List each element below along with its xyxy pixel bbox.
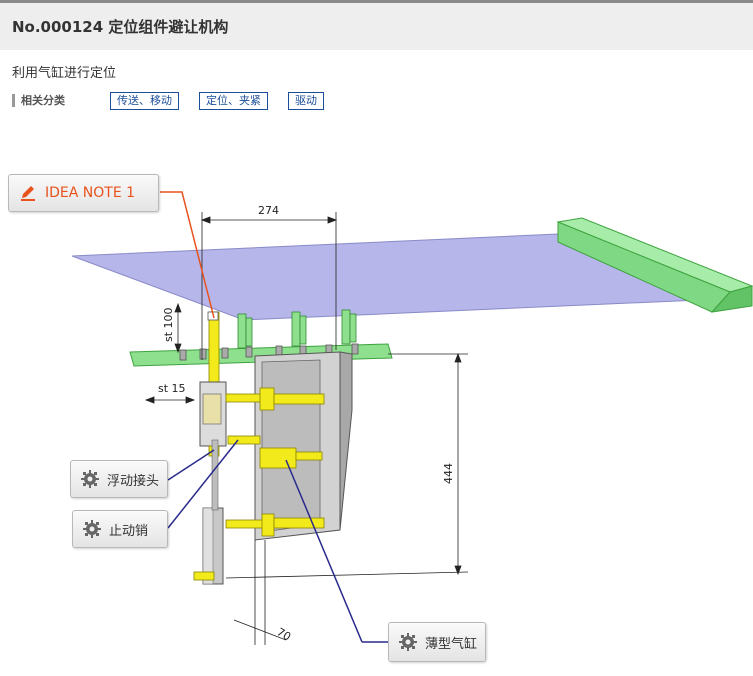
dim-width-top: 274: [258, 204, 279, 217]
dim-depth: 70: [275, 625, 294, 643]
stop-pin-button[interactable]: 止动销: [72, 510, 168, 548]
support-frame: [254, 351, 353, 541]
mechanism-diagram: 274 st 100 st 15 444 70: [71, 191, 753, 645]
idea-note-label: IDEA NOTE 1: [45, 185, 136, 201]
dim-height: 444: [442, 463, 455, 484]
thin-cylinder-label: 薄型气缸: [425, 636, 478, 652]
idea-note-button[interactable]: IDEA NOTE 1: [8, 174, 159, 212]
gear-icon: [399, 633, 417, 651]
floating-joint-button[interactable]: 浮动接头: [70, 460, 168, 498]
gear-icon: [83, 520, 101, 538]
stop-pin-label: 止动销: [109, 523, 149, 539]
gear-icon: [81, 470, 99, 488]
dim-stroke-horizontal: st 15: [158, 382, 186, 395]
dim-stroke-vertical: st 100: [162, 307, 175, 342]
pencil-icon: [21, 186, 35, 201]
thin-cylinder-button[interactable]: 薄型气缸: [388, 622, 486, 662]
floating-joint-label: 浮动接头: [107, 473, 160, 489]
